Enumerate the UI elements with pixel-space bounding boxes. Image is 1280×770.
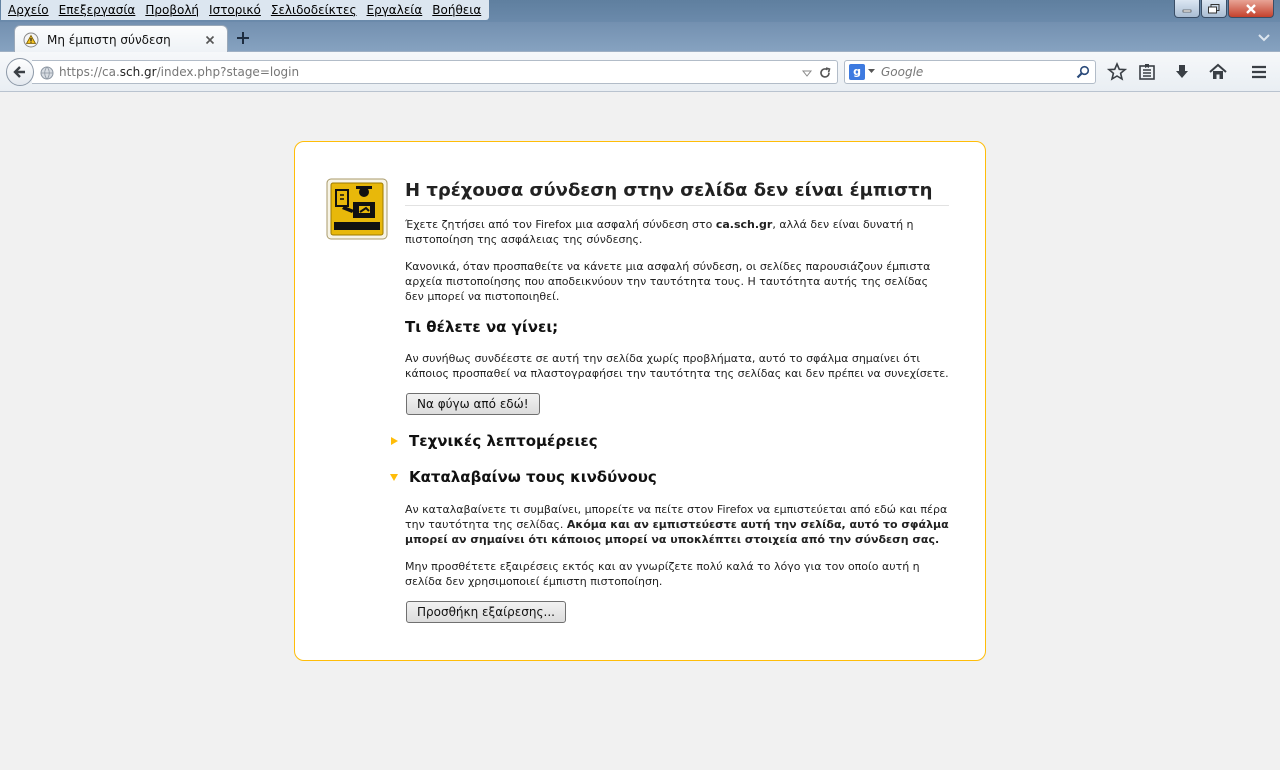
page-title: Η τρέχουσα σύνδεση στην σελίδα δεν είναι… <box>405 180 949 206</box>
search-bar[interactable]: g Google <box>844 60 1096 84</box>
restore-icon <box>1208 3 1220 13</box>
maximize-button[interactable] <box>1201 0 1227 18</box>
bookmarks-menu-icon[interactable] <box>1137 62 1157 82</box>
intro-text: Έχετε ζητήσει από τον Firefox μια ασφαλή… <box>405 217 950 247</box>
technical-details-expander[interactable]: Τεχνικές λεπτομέρειες <box>389 432 598 450</box>
minimize-icon <box>1182 9 1192 12</box>
expanded-arrow-icon <box>390 474 398 481</box>
menu-bar: Αρχείο Επεξεργασία Προβολή Ιστορικό Σελι… <box>1 0 490 20</box>
menu-view[interactable]: Προβολή <box>140 0 204 20</box>
get-me-out-button[interactable]: Να φύγω από εδώ! <box>406 393 540 415</box>
warning-icon <box>23 32 39 47</box>
search-input[interactable]: Google <box>881 65 923 79</box>
list-all-tabs-icon[interactable] <box>1256 30 1272 46</box>
close-window-button[interactable] <box>1228 0 1274 18</box>
collapsed-arrow-icon <box>391 437 398 445</box>
menu-history[interactable]: Ιστορικό <box>204 0 266 20</box>
title-bar: Αρχείο Επεξεργασία Προβολή Ιστορικό Σελι… <box>0 0 1280 22</box>
error-page-container: Η τρέχουσα σύνδεση στην σελίδα δεν είναι… <box>294 141 986 661</box>
new-tab-icon[interactable] <box>234 29 252 47</box>
normally-text: Κανονικά, όταν προσπαθείτε να κάνετε μια… <box>405 260 931 303</box>
reload-icon[interactable] <box>818 66 832 80</box>
back-button[interactable] <box>6 58 34 86</box>
back-arrow-icon <box>13 66 25 78</box>
add-exception-button[interactable]: Προσθήκη εξαίρεσης... <box>406 601 566 623</box>
hamburger-menu-icon[interactable] <box>1249 62 1269 82</box>
downloads-icon[interactable] <box>1172 62 1192 82</box>
home-icon[interactable] <box>1208 62 1228 82</box>
search-icon[interactable] <box>1076 65 1090 79</box>
tab-untrusted-connection[interactable]: Μη έμπιστη σύνδεση <box>14 25 228 53</box>
certificate-officer-icon <box>326 178 388 240</box>
risks-text: Αν καταλαβαίνετε τι συμβαίνει, μπορείτε … <box>405 502 950 547</box>
globe-icon[interactable] <box>40 66 54 80</box>
menu-edit[interactable]: Επεξεργασία <box>54 0 141 20</box>
minimize-button[interactable] <box>1174 0 1200 18</box>
tab-title: Μη έμπιστη σύνδεση <box>47 32 171 47</box>
intro-host: ca.sch.gr <box>715 218 773 231</box>
google-search-engine-icon[interactable]: g <box>849 64 865 80</box>
close-tab-icon[interactable] <box>203 33 217 47</box>
url-path: /index.php?stage=login <box>156 65 300 79</box>
menu-tools[interactable]: Εργαλεία <box>362 0 428 20</box>
search-engine-dropdown-icon[interactable] <box>868 69 875 74</box>
url-text: https://ca.sch.gr/index.php?stage=login <box>59 65 299 79</box>
menu-help[interactable]: Βοήθεια <box>427 0 486 20</box>
menu-bookmarks[interactable]: Σελιδοδείκτες <box>266 0 362 20</box>
understand-risks-expander[interactable]: Καταλαβαίνω τους κινδύνους <box>389 468 657 486</box>
intro-text-start: Έχετε ζητήσει από τον Firefox μια ασφαλή… <box>405 218 716 231</box>
window-controls <box>1174 0 1274 18</box>
understand-risks-label: Καταλαβαίνω τους κινδύνους <box>409 468 657 486</box>
url-dropdown-icon[interactable] <box>801 67 813 79</box>
tab-strip: Μη έμπιστη σύνδεση <box>0 22 1280 53</box>
what-should-i-do-text: Αν συνήθως συνδέεστε σε αυτή την σελίδα … <box>405 352 949 380</box>
url-host: sch.gr <box>119 65 157 79</box>
content-area: Η τρέχουσα σύνδεση στην σελίδα δεν είναι… <box>0 93 1280 770</box>
exceptions-text: Μην προσθέτετε εξαιρέσεις εκτός και αν γ… <box>405 560 920 588</box>
menu-file[interactable]: Αρχείο <box>3 0 54 20</box>
technical-details-label: Τεχνικές λεπτομέρειες <box>409 432 598 450</box>
close-icon <box>1246 3 1256 14</box>
navigation-bar: https://ca.sch.gr/index.php?stage=login … <box>0 52 1280 92</box>
bookmark-star-icon[interactable] <box>1107 62 1127 82</box>
what-should-i-do-heading: Τι θέλετε να γίνει; <box>405 318 559 336</box>
url-bar[interactable]: https://ca.sch.gr/index.php?stage=login <box>32 60 838 84</box>
url-prefix: https://ca. <box>59 65 120 79</box>
